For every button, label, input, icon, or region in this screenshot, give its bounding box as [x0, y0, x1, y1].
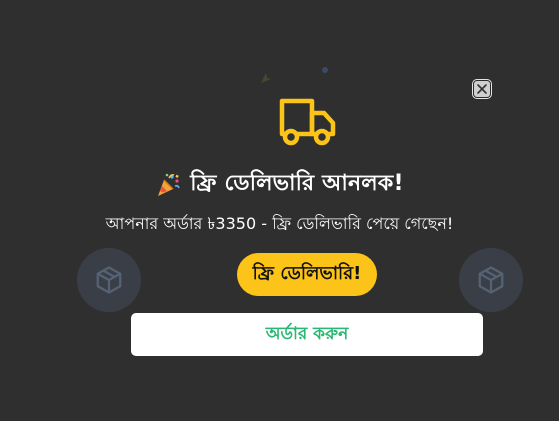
background-box-button-right: [459, 248, 523, 312]
free-delivery-badge: ফ্রি ডেলিভারি!: [237, 253, 377, 296]
package-box-icon: [96, 266, 122, 294]
headline-text: ফ্রি ডেলিভারি আনলক!: [190, 171, 404, 196]
order-total-message: আপনার অর্ডার ৳3350 - ফ্রি ডেলিভারি পেয়ে…: [105, 214, 454, 233]
party-popper-icon: [158, 173, 181, 196]
place-order-button[interactable]: অর্ডার করুন: [131, 313, 483, 356]
background-box-button-left: [77, 248, 141, 312]
close-icon: [477, 84, 487, 94]
close-button[interactable]: [472, 79, 492, 99]
app-screen: ফ্রি ডেলিভারি আনলক! আপনার অর্ডার ৳3350 -…: [0, 0, 559, 421]
package-box-icon: [478, 266, 504, 294]
truck-icon: [279, 98, 336, 146]
sparkle-icon: [261, 73, 271, 83]
background-dot: [322, 67, 328, 73]
unlock-headline: ফ্রি ডেলিভারি আনলক!: [0, 166, 559, 203]
